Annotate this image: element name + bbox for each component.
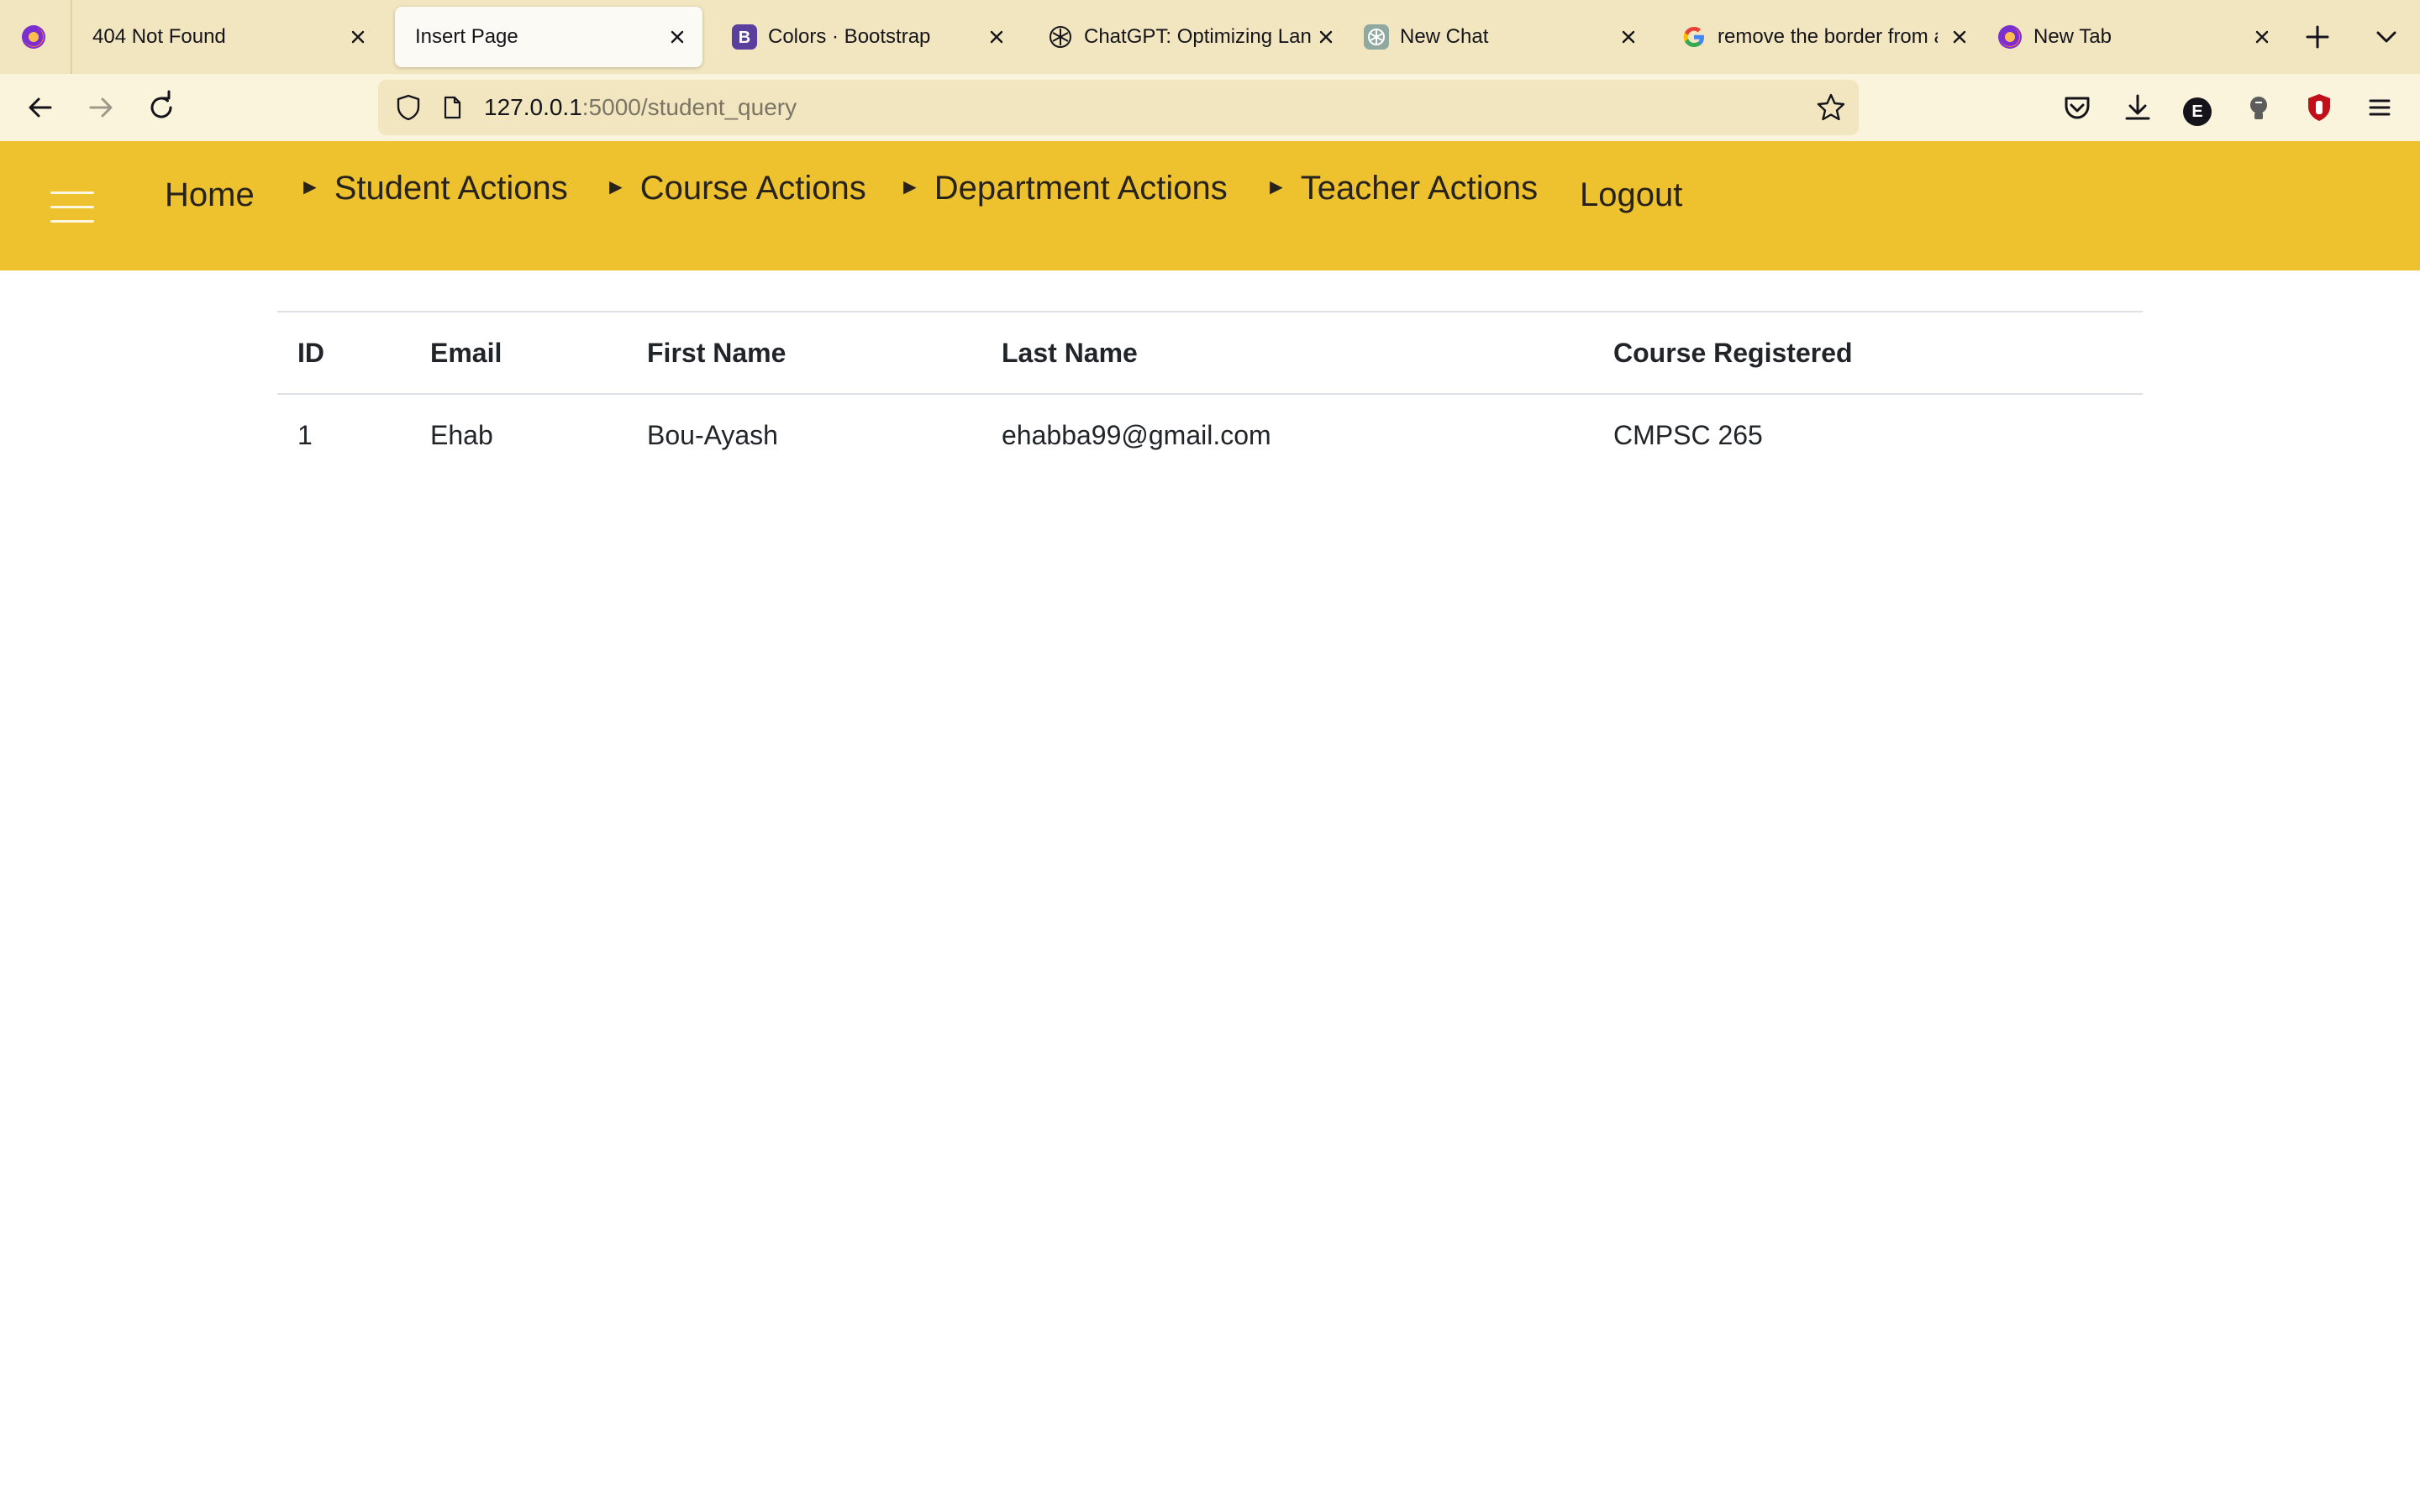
browser-tab-strip: 404 Not Found Insert Page B Colors · Boo… — [0, 0, 2420, 74]
lightbulb-extension-icon[interactable] — [2238, 87, 2279, 128]
close-icon[interactable] — [345, 24, 371, 50]
forward-arrow-icon[interactable] — [81, 87, 121, 128]
nav-course-actions[interactable]: ► Course Actions — [605, 166, 866, 208]
nav-menu-label: Course Actions — [639, 170, 866, 207]
close-icon[interactable] — [1946, 24, 1973, 50]
firefox-icon — [1998, 25, 2022, 49]
tab-title: Colors · Bootstrap — [768, 25, 931, 48]
hamburger-menu-button[interactable] — [50, 192, 94, 225]
close-icon[interactable] — [983, 24, 1010, 50]
ublock-shield-icon[interactable] — [2299, 87, 2339, 128]
nav-teacher-actions[interactable]: ► Teacher Actions — [1265, 166, 1538, 208]
hamburger-line — [50, 206, 94, 208]
bootstrap-icon: B — [732, 24, 757, 50]
tab-google-search[interactable]: remove the border from a — [1660, 7, 1971, 67]
tab-title: New Tab — [2033, 25, 2112, 48]
table-header-row: ID Email First Name Last Name Course Reg… — [277, 311, 2143, 395]
app-menu-icon[interactable] — [2360, 87, 2400, 128]
cell-id: 1 — [297, 420, 313, 450]
column-header-id: ID — [277, 311, 410, 395]
close-icon[interactable] — [664, 24, 691, 50]
back-arrow-icon[interactable] — [20, 87, 60, 128]
nav-menu-label: Teacher Actions — [1300, 170, 1539, 207]
tab-title: ChatGPT: Optimizing Lan — [1084, 25, 1311, 48]
expand-triangle-icon: ► — [1265, 174, 1287, 199]
chevron-down-icon[interactable] — [2366, 17, 2407, 57]
nav-logout-link[interactable]: Logout — [1580, 175, 1682, 215]
close-icon[interactable] — [2249, 24, 2275, 50]
expand-triangle-icon: ► — [299, 174, 321, 199]
site-header: Home ► Student Actions ► Course Actions ► D… — [0, 141, 2420, 270]
tab-title: Insert Page — [415, 25, 518, 48]
url-host: 127.0.0.1 — [484, 94, 582, 120]
expand-triangle-icon: ► — [899, 174, 921, 199]
tab-404-not-found[interactable]: 404 Not Found — [72, 7, 383, 67]
close-icon[interactable] — [1313, 24, 1339, 50]
nav-home-link[interactable]: Home — [165, 175, 255, 215]
openai-icon — [1050, 26, 1071, 48]
column-header-first-name: First Name — [627, 311, 981, 395]
address-bar[interactable]: 127.0.0.1:5000/student_query — [378, 80, 1859, 135]
cell-first-name: Bou-Ayash — [647, 420, 778, 450]
column-header-course-registered: Course Registered — [1593, 311, 2143, 395]
bookmark-star-icon[interactable] — [1815, 92, 1847, 123]
openai-icon — [1364, 24, 1389, 50]
browser-navigation-bar: 127.0.0.1:5000/student_query E — [0, 74, 2420, 141]
nav-menu-label: Student Actions — [334, 170, 568, 207]
page-icon[interactable] — [439, 94, 466, 121]
tab-insert-page[interactable]: Insert Page — [395, 7, 702, 67]
cell-course-registered: CMPSC 265 — [1613, 420, 1763, 450]
tab-new-chat[interactable]: New Chat — [1343, 7, 1654, 67]
tab-colors-bootstrap[interactable]: B Colors · Bootstrap — [711, 7, 1022, 67]
shield-icon[interactable] — [393, 92, 424, 123]
google-icon — [1683, 27, 1704, 47]
tab-chatgpt[interactable]: ChatGPT: Optimizing Lan — [1027, 7, 1338, 67]
hamburger-line — [50, 192, 94, 194]
tab-new-tab[interactable]: New Tab — [1976, 7, 2287, 67]
nav-student-actions[interactable]: ► Student Actions — [299, 166, 568, 208]
expand-triangle-icon: ► — [605, 174, 627, 199]
url-text[interactable]: 127.0.0.1:5000/student_query — [484, 80, 797, 135]
pocket-icon[interactable] — [2057, 87, 2097, 128]
tab-title: remove the border from a — [1718, 25, 1938, 48]
tab-title: New Chat — [1400, 25, 1489, 48]
nav-menu-label: Department Actions — [934, 170, 1228, 207]
column-header-email: Email — [410, 311, 627, 395]
download-icon[interactable] — [2118, 87, 2158, 128]
firefox-icon — [22, 25, 45, 49]
nav-department-actions[interactable]: ► Department Actions — [899, 166, 1228, 208]
svg-text:B: B — [739, 29, 750, 47]
extension-badge-icon[interactable]: E — [2183, 97, 2212, 126]
cell-email: Ehab — [430, 420, 493, 450]
new-tab-plus-icon[interactable] — [2297, 17, 2338, 57]
firefox-view-button[interactable] — [0, 0, 72, 74]
table-row: 1 Ehab Bou-Ayash ehabba99@gmail.com CMPS… — [277, 394, 2143, 476]
hamburger-line — [50, 220, 94, 223]
close-icon[interactable] — [1615, 24, 1642, 50]
url-path: :5000/student_query — [581, 94, 797, 120]
reload-icon[interactable] — [141, 87, 182, 128]
tab-title: 404 Not Found — [92, 25, 226, 48]
column-header-last-name: Last Name — [981, 311, 1593, 395]
student-query-table: ID Email First Name Last Name Course Reg… — [277, 311, 2143, 476]
cell-last-name: ehabba99@gmail.com — [1002, 420, 1271, 450]
